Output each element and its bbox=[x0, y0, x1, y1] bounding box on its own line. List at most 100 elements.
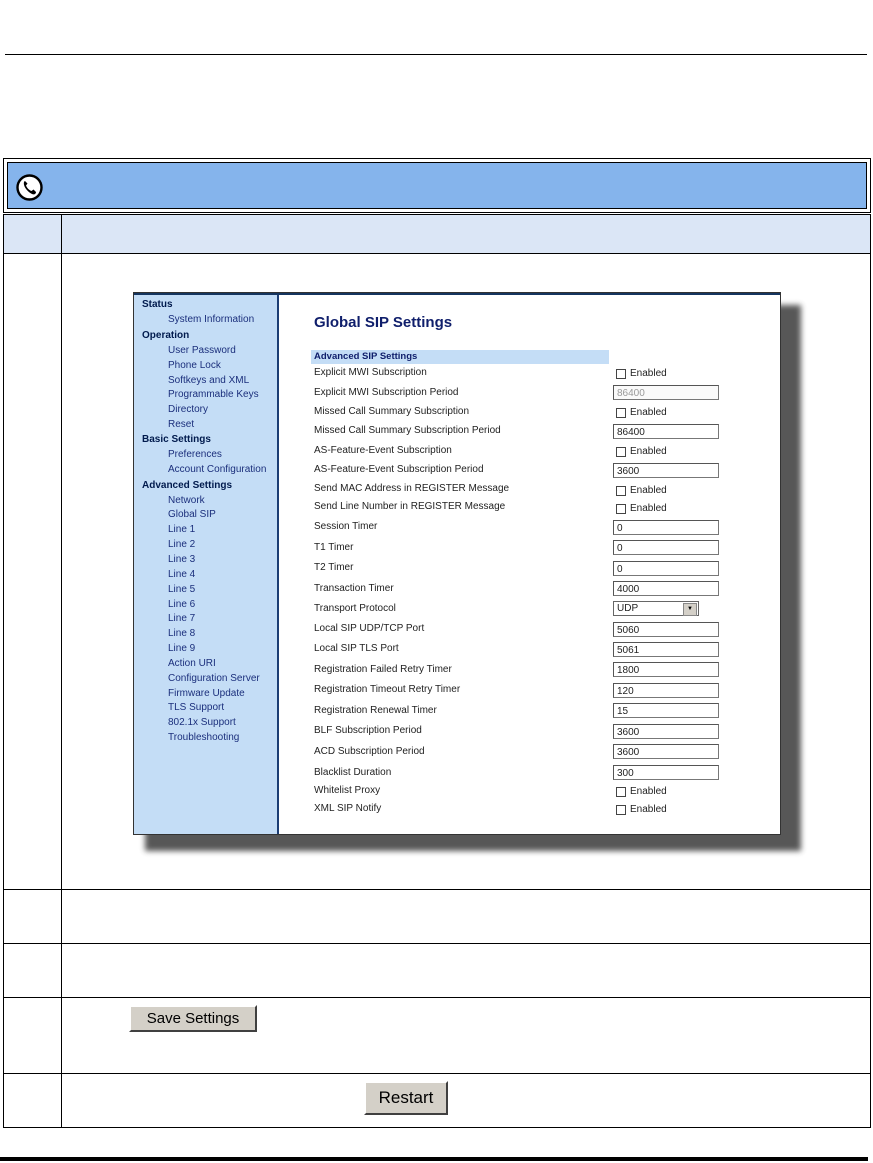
nav-heading-status: Status bbox=[142, 299, 173, 310]
field-label: Registration Renewal Timer bbox=[314, 705, 437, 716]
nav-heading-advanced-settings: Advanced Settings bbox=[142, 480, 233, 491]
nav-item-programmable-keys[interactable]: Programmable Keys bbox=[168, 389, 259, 400]
field-label: AS-Feature-Event Subscription bbox=[314, 445, 452, 456]
nav-item-action-uri[interactable]: Action URI bbox=[168, 658, 216, 669]
field-label: Blacklist Duration bbox=[314, 767, 392, 778]
row-divider bbox=[4, 889, 870, 890]
checkbox-label: Enabled bbox=[630, 485, 667, 496]
transaction-timer-input[interactable]: 4000 bbox=[613, 581, 719, 596]
table-header-row bbox=[4, 214, 870, 254]
field-label: Missed Call Summary Subscription Period bbox=[314, 425, 501, 436]
nav-item-directory[interactable]: Directory bbox=[168, 404, 208, 415]
nav-item-network[interactable]: Network bbox=[168, 495, 205, 506]
restart-button[interactable]: Restart bbox=[364, 1081, 448, 1115]
nav-item-firmware-update[interactable]: Firmware Update bbox=[168, 688, 245, 699]
bottom-rule bbox=[0, 1157, 868, 1161]
nav-item-configuration-server[interactable]: Configuration Server bbox=[168, 673, 260, 684]
field-label: Explicit MWI Subscription Period bbox=[314, 387, 459, 398]
blf-subscription-period-input[interactable]: 3600 bbox=[613, 724, 719, 739]
phone-handset-icon bbox=[16, 174, 43, 201]
field-label: Whitelist Proxy bbox=[314, 785, 381, 796]
settings-panel: Global SIP Settings Advanced SIP Setting… bbox=[279, 295, 780, 834]
nav-item-line-8[interactable]: Line 8 bbox=[168, 628, 195, 639]
nav-item-8021x-support[interactable]: 802.1x Support bbox=[168, 717, 236, 728]
save-settings-button[interactable]: Save Settings bbox=[129, 1005, 257, 1032]
nav-item-global-sip[interactable]: Global SIP bbox=[168, 509, 216, 520]
row-divider bbox=[4, 997, 870, 998]
blacklist-duration-input[interactable]: 300 bbox=[613, 765, 719, 780]
nav-item-account-configuration[interactable]: Account Configuration bbox=[168, 464, 266, 475]
local-sip-tls-port-input[interactable]: 5061 bbox=[613, 642, 719, 657]
step-column-divider bbox=[61, 214, 62, 1128]
field-label: Send MAC Address in REGISTER Message bbox=[314, 483, 510, 494]
missed-call-summary-period-input[interactable]: 86400 bbox=[613, 424, 719, 439]
registration-renewal-timer-input[interactable]: 15 bbox=[613, 703, 719, 718]
send-line-number-checkbox[interactable] bbox=[616, 504, 626, 514]
nav-item-system-information[interactable]: System Information bbox=[168, 314, 254, 325]
field-label: Local SIP UDP/TCP Port bbox=[314, 623, 425, 634]
send-mac-address-checkbox[interactable] bbox=[616, 486, 626, 496]
session-timer-input[interactable]: 0 bbox=[613, 520, 719, 535]
field-label: Explicit MWI Subscription bbox=[314, 367, 427, 378]
field-label: Transaction Timer bbox=[314, 583, 394, 594]
field-label: Missed Call Summary Subscription bbox=[314, 406, 470, 417]
checkbox-label: Enabled bbox=[630, 804, 667, 815]
field-label: Local SIP TLS Port bbox=[314, 643, 399, 654]
nav-heading-basic-settings: Basic Settings bbox=[142, 434, 211, 445]
nav-item-line-6[interactable]: Line 6 bbox=[168, 599, 195, 610]
nav-item-line-1[interactable]: Line 1 bbox=[168, 524, 195, 535]
nav-item-line-4[interactable]: Line 4 bbox=[168, 569, 195, 580]
nav-item-softkeys-xml[interactable]: Softkeys and XML bbox=[168, 375, 249, 386]
select-value: UDP bbox=[617, 603, 639, 614]
nav-item-phone-lock[interactable]: Phone Lock bbox=[168, 360, 221, 371]
row-divider bbox=[4, 943, 870, 944]
nav-item-troubleshooting[interactable]: Troubleshooting bbox=[168, 732, 239, 743]
xml-sip-notify-checkbox[interactable] bbox=[616, 805, 626, 815]
header-band bbox=[3, 158, 871, 213]
checkbox-label: Enabled bbox=[630, 407, 667, 418]
nav-item-line-5[interactable]: Line 5 bbox=[168, 584, 195, 595]
sidebar-nav: Status System Information Operation User… bbox=[134, 295, 279, 834]
checkbox-label: Enabled bbox=[630, 368, 667, 379]
explicit-mwi-period-input[interactable]: 86400 bbox=[613, 385, 719, 400]
chevron-down-icon[interactable]: ▼ bbox=[683, 603, 697, 616]
local-sip-udp-tcp-port-input[interactable]: 5060 bbox=[613, 622, 719, 637]
checkbox-label: Enabled bbox=[630, 503, 667, 514]
as-feature-event-period-input[interactable]: 3600 bbox=[613, 463, 719, 478]
field-label: Send Line Number in REGISTER Message bbox=[314, 501, 506, 512]
registration-failed-retry-input[interactable]: 1800 bbox=[613, 662, 719, 677]
checkbox-label: Enabled bbox=[630, 446, 667, 457]
acd-subscription-period-input[interactable]: 3600 bbox=[613, 744, 719, 759]
as-feature-event-checkbox[interactable] bbox=[616, 447, 626, 457]
field-label: XML SIP Notify bbox=[314, 803, 382, 814]
nav-heading-operation: Operation bbox=[142, 330, 190, 341]
field-label: BLF Subscription Period bbox=[314, 725, 422, 736]
t1-timer-input[interactable]: 0 bbox=[613, 540, 719, 555]
nav-item-tls-support[interactable]: TLS Support bbox=[168, 702, 224, 713]
explicit-mwi-checkbox[interactable] bbox=[616, 369, 626, 379]
nav-item-line-7[interactable]: Line 7 bbox=[168, 613, 195, 624]
nav-item-line-9[interactable]: Line 9 bbox=[168, 643, 195, 654]
transport-protocol-select[interactable]: UDP ▼ bbox=[613, 601, 699, 616]
field-label: Registration Failed Retry Timer bbox=[314, 664, 452, 675]
row-divider bbox=[4, 1073, 870, 1074]
web-ui-screenshot: Status System Information Operation User… bbox=[133, 292, 781, 835]
nav-item-line-3[interactable]: Line 3 bbox=[168, 554, 195, 565]
field-label: ACD Subscription Period bbox=[314, 746, 425, 757]
field-label: T1 Timer bbox=[314, 542, 354, 553]
nav-item-user-password[interactable]: User Password bbox=[168, 345, 236, 356]
registration-timeout-retry-input[interactable]: 120 bbox=[613, 683, 719, 698]
whitelist-proxy-checkbox[interactable] bbox=[616, 787, 626, 797]
field-label: T2 Timer bbox=[314, 562, 354, 573]
field-label: Transport Protocol bbox=[314, 603, 396, 614]
t2-timer-input[interactable]: 0 bbox=[613, 561, 719, 576]
section-title: Advanced SIP Settings bbox=[314, 351, 418, 362]
missed-call-summary-checkbox[interactable] bbox=[616, 408, 626, 418]
checkbox-label: Enabled bbox=[630, 786, 667, 797]
nav-item-line-2[interactable]: Line 2 bbox=[168, 539, 195, 550]
nav-item-preferences[interactable]: Preferences bbox=[168, 449, 222, 460]
row-divider bbox=[4, 1127, 870, 1128]
field-label: AS-Feature-Event Subscription Period bbox=[314, 464, 484, 475]
nav-item-reset[interactable]: Reset bbox=[168, 419, 194, 430]
field-label: Session Timer bbox=[314, 521, 378, 532]
